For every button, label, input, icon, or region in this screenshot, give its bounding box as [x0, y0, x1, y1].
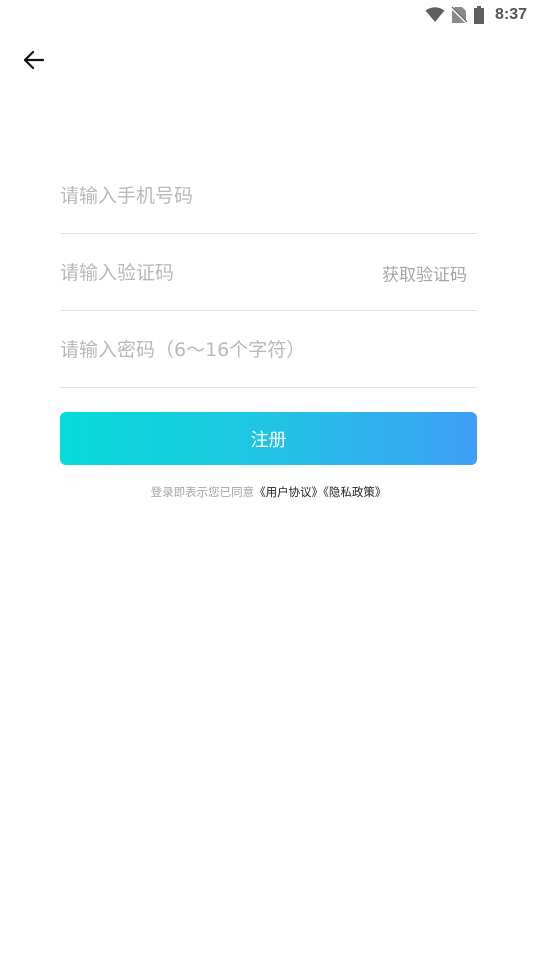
verification-code-input[interactable] [60, 262, 360, 284]
battery-icon [473, 6, 485, 24]
phone-input[interactable] [60, 185, 360, 207]
phone-field-row [60, 157, 477, 234]
user-agreement-link[interactable]: 《用户协议》 [254, 485, 323, 499]
agreement-prefix: 登录即表示您已同意 [150, 485, 255, 499]
wifi-icon [425, 7, 445, 23]
password-input[interactable] [60, 339, 360, 361]
back-button[interactable] [18, 46, 50, 78]
code-field-row: 获取验证码 [60, 234, 477, 311]
register-form: 获取验证码 [60, 157, 477, 388]
get-code-button[interactable]: 获取验证码 [382, 261, 467, 286]
password-field-row [60, 311, 477, 388]
agreement-text: 登录即表示您已同意《用户协议》《隐私政策》 [0, 484, 537, 500]
register-button[interactable]: 注册 [60, 412, 477, 465]
status-bar: 8:37 [0, 0, 537, 30]
clock: 8:37 [494, 6, 527, 23]
no-sim-icon [450, 6, 467, 24]
arrow-left-icon [22, 48, 46, 76]
privacy-policy-link[interactable]: 《隐私政策》 [323, 485, 386, 499]
